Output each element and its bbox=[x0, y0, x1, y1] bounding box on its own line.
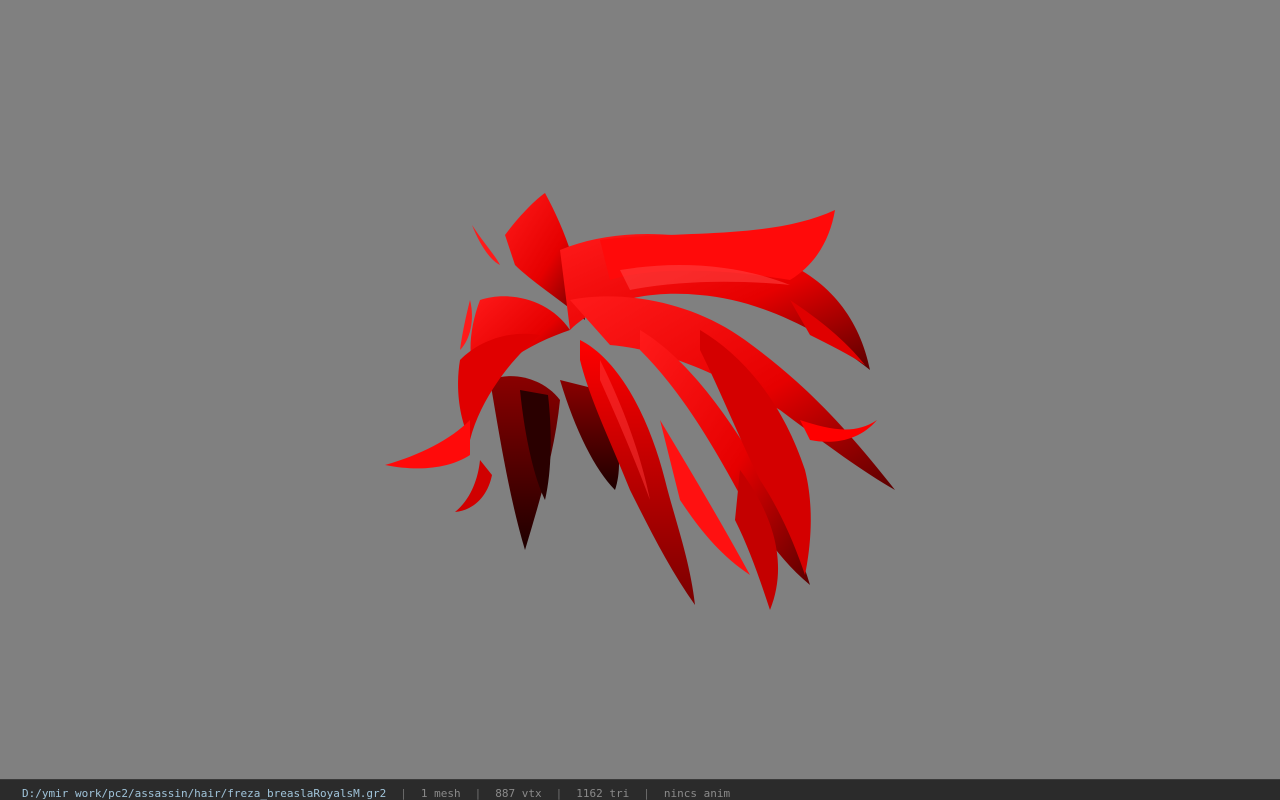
3d-viewport[interactable] bbox=[0, 0, 1280, 779]
status-separator: | bbox=[400, 787, 407, 800]
hair-mesh bbox=[385, 193, 895, 610]
status-separator: | bbox=[474, 787, 482, 800]
mesh-count: 1 mesh bbox=[420, 787, 461, 800]
status-separator: | bbox=[643, 787, 650, 800]
status-separator: | bbox=[555, 787, 563, 800]
status-bar: D:/ymir work/pc2/assassin/hair/freza_bre… bbox=[0, 779, 1280, 800]
hair-model-render bbox=[385, 193, 895, 610]
vertex-count: 887 vtx bbox=[495, 787, 542, 800]
animation-status: nincs anim bbox=[663, 787, 731, 800]
file-path: D:/ymir work/pc2/assassin/hair/freza_bre… bbox=[22, 787, 387, 800]
triangle-count: 1162 tri bbox=[576, 787, 630, 800]
